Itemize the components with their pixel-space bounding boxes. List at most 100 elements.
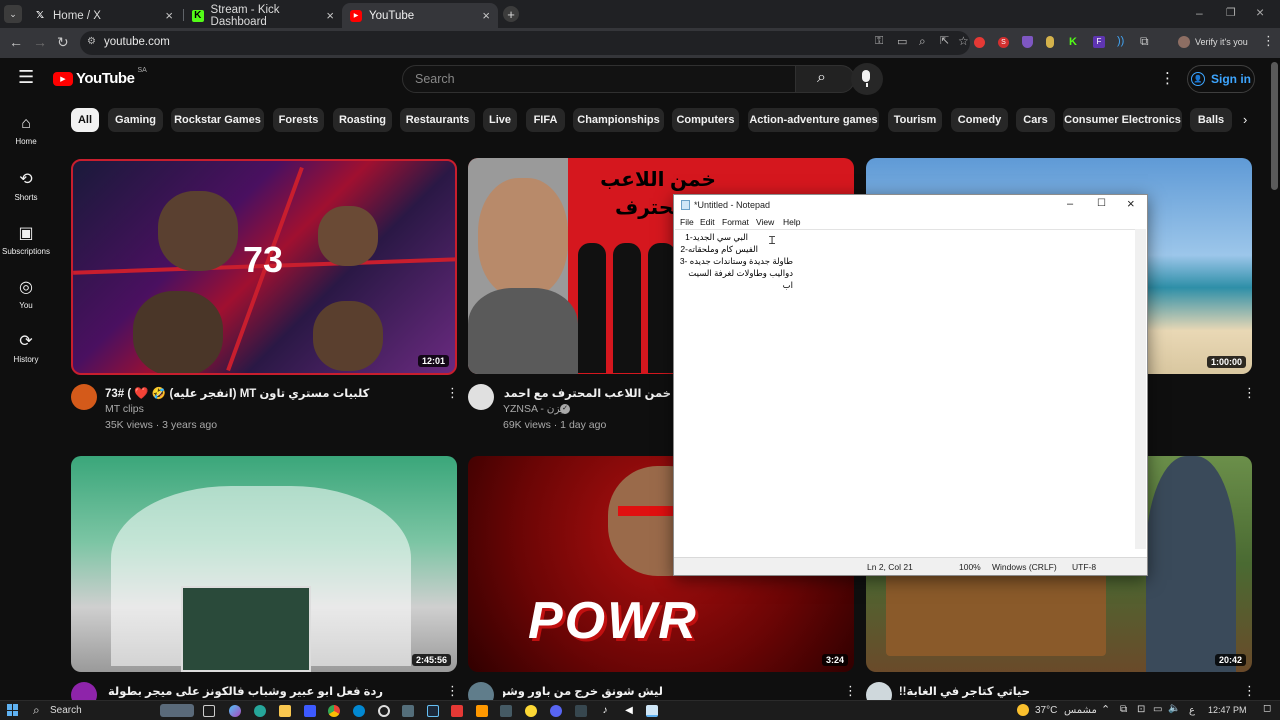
steam-icon[interactable] [427,705,439,717]
taskbar-search-icon[interactable]: ⌕ [33,703,40,718]
tray-app-icon[interactable]: ⧉ [1120,704,1127,715]
sidebar-item-shorts[interactable]: ⟲ Shorts [0,169,52,202]
chip-rockstar-games[interactable]: Rockstar Games [171,108,264,132]
address-bar[interactable]: ⚙ youtube.com ⚿ ▭ ⌕ ⇱ ☆ [80,31,970,55]
app-link-icon[interactable] [500,705,512,717]
tray-volume-icon[interactable]: 🔈 [1168,703,1180,714]
youtube-logo[interactable]: ▶ YouTube SA [53,67,147,87]
notepad-window[interactable]: *Untitled - Notepad – ☐ × File Edit Form… [673,194,1148,576]
extension-shield-icon[interactable] [1022,36,1033,48]
clock-time[interactable]: 12:47 PM [1208,705,1247,715]
notepad-vertical-scrollbar[interactable] [1135,229,1146,549]
sidebar-item-you[interactable]: ◎ You [0,277,52,310]
notepad-minimize-icon[interactable]: – [1067,198,1073,210]
video-title[interactable]: كلبيات مستري تاون MT (انفجر عليه) 🤣 ❤️ )… [105,386,369,400]
video-menu-icon[interactable]: ⋮ [1243,385,1256,401]
video-title[interactable]: خمن اللاعب المحترف مع احمد الشرقي ومو اع… [503,386,671,400]
reload-icon[interactable]: ↻ [57,34,69,51]
menu-help[interactable]: Help [783,217,800,227]
password-key-icon[interactable]: ⚿ [875,35,883,48]
forward-arrow-icon[interactable]: → [33,34,47,50]
app-yellow-icon[interactable] [525,705,537,717]
channel-avatar[interactable] [468,384,494,410]
chip-forests[interactable]: Forests [273,108,324,132]
chip-action-adventure-games[interactable]: Action-adventure games [748,108,879,132]
page-scrollbar[interactable] [1271,62,1278,190]
tray-monitor-icon[interactable]: ▭ [1153,704,1162,715]
notepad-taskbar-icon[interactable] [646,705,658,717]
video-menu-icon[interactable]: ⋮ [1243,683,1256,699]
notification-bell-icon[interactable]: ◻ [1263,703,1271,714]
chip-consumer-electronics[interactable]: Consumer Electronics [1063,108,1182,132]
chip-gaming[interactable]: Gaming [108,108,163,132]
notepad-close-icon[interactable]: × [1127,196,1135,211]
tab-search-button[interactable]: ⌄ [4,5,22,23]
taskbar-search-label[interactable]: Search [50,705,82,716]
hamburger-menu-icon[interactable]: ☰ [18,67,34,88]
tiktok-icon[interactable]: ♪ [599,705,611,717]
extensions-puzzle-icon[interactable]: ⧉ [1140,34,1149,49]
new-tab-button[interactable]: + [503,6,519,22]
sidebar-item-home[interactable]: ⌂ Home [0,115,52,146]
edge-icon[interactable] [254,705,266,717]
voice-search-button[interactable] [851,63,883,95]
back-arrow-icon[interactable]: ← [9,34,23,50]
chip-fifa[interactable]: FIFA [526,108,565,132]
channel-avatar[interactable] [71,384,97,410]
windows-start-icon[interactable] [7,704,19,716]
chip-tourism[interactable]: Tourism [888,108,942,132]
chips-next-chevron-icon[interactable]: › [1243,112,1247,127]
site-info-icon[interactable]: ⚙ [87,36,96,47]
menu-edit[interactable]: Edit [700,217,715,227]
extension-wave-icon[interactable]: )) [1117,35,1124,47]
channel-name[interactable]: MT clips [105,403,144,415]
app-audio-icon[interactable]: ◀ [623,705,635,717]
browser-icon[interactable] [353,705,365,717]
profile-status-label[interactable]: Verify it's you [1195,37,1248,47]
video-title[interactable]: ردة فعل ابو عبير وشباب فالكونز على ميجر … [105,684,383,698]
chip-live[interactable]: Live [483,108,517,132]
notepad-title-bar[interactable]: *Untitled - Notepad – ☐ × [674,195,1147,216]
video-menu-icon[interactable]: ⋮ [446,385,459,401]
extension-kick-icon[interactable]: K [1069,36,1077,48]
chip-all[interactable]: All [71,108,99,132]
extension-s-icon[interactable]: S [998,37,1009,48]
browser-menu-icon[interactable]: ⋮ [1262,33,1275,49]
chip-balls[interactable]: Balls [1190,108,1232,132]
video-thumbnail[interactable]: 73 12:01 [71,159,457,375]
extension-yellow-icon[interactable] [1046,36,1054,48]
channel-name[interactable]: YZNSA - يزن [503,403,563,415]
menu-format[interactable]: Format [722,217,749,227]
file-explorer-icon[interactable] [279,705,291,717]
maximize-window-icon[interactable]: ❐ [1226,6,1236,19]
input-language[interactable]: ع [1189,705,1195,716]
profile-avatar-icon[interactable] [1178,36,1190,48]
more-options-icon[interactable]: ⋮ [1160,69,1175,87]
store-icon[interactable] [304,705,316,717]
zoom-icon[interactable]: ⌕ [919,34,926,49]
extension-red-icon[interactable] [974,37,985,48]
app-loop-icon[interactable] [378,705,390,717]
video-title[interactable]: ليش شونق خرج من باور وشو الي صار!! [503,684,663,698]
close-tab-icon[interactable]: × [165,8,173,23]
sidebar-item-history[interactable]: ⟳ History [0,331,52,364]
search-input[interactable]: Search [402,65,796,93]
chip-restaurants[interactable]: Restaurants [400,108,475,132]
close-window-icon[interactable]: × [1256,4,1264,20]
chip-cars[interactable]: Cars [1016,108,1055,132]
chrome-icon[interactable] [328,705,340,717]
obs-icon[interactable] [575,705,587,717]
menu-file[interactable]: File [680,217,694,227]
chip-comedy[interactable]: Comedy [951,108,1008,132]
video-menu-icon[interactable]: ⋮ [446,683,459,699]
app-red-icon[interactable] [451,705,463,717]
browser-tab[interactable]: K Stream - Kick Dashboard × [184,3,342,28]
chip-roasting[interactable]: Roasting [333,108,392,132]
menu-view[interactable]: View [756,217,774,227]
chip-championships[interactable]: Championships [573,108,664,132]
task-view-icon[interactable] [203,705,215,717]
close-tab-icon[interactable]: × [326,8,334,23]
bookmark-star-icon[interactable]: ☆ [958,34,969,48]
tray-overflow-icon[interactable]: ⌃ [1101,703,1110,716]
discord-icon[interactable] [550,705,562,717]
